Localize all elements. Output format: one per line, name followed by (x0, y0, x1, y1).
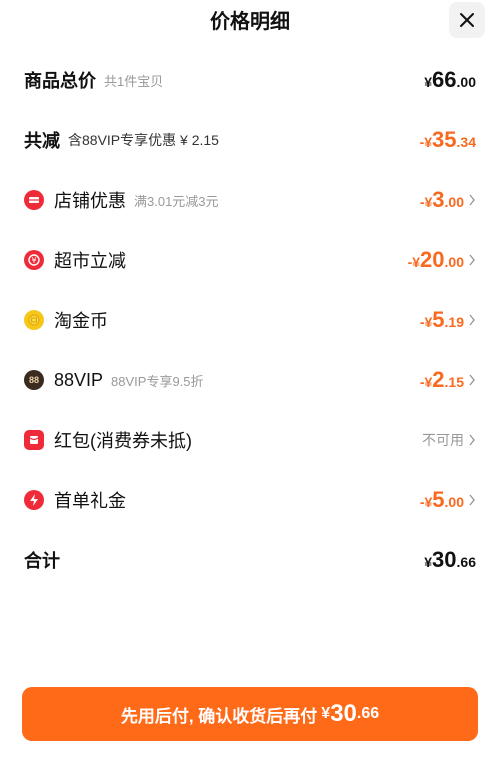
row-sub: 含88VIP专享优惠 ¥ 2.15 (68, 132, 219, 148)
amount: -¥ 3 .00 (420, 187, 464, 213)
amount-int: 20 (420, 247, 445, 272)
amount-int: 30 (432, 547, 457, 572)
amount: -¥ 5 .19 (420, 307, 464, 333)
amount-prefix: -¥ (419, 194, 433, 210)
row-88vip[interactable]: 88 88VIP 88VIP专享9.5折 -¥ 2 .15 (0, 360, 500, 400)
row-red-packet[interactable]: 红包(消费券未抵) 不可用 (0, 420, 500, 460)
amount-prefix: -¥ (407, 254, 421, 270)
row-label: 红包(消费券未抵) (54, 431, 192, 451)
row-tao-coin[interactable]: 淘金币 -¥ 5 .19 (0, 300, 500, 340)
lightning-icon (24, 490, 44, 510)
row-shop-discount[interactable]: 店铺优惠 满3.01元减3元 -¥ 3 .00 (0, 180, 500, 220)
amount-int: 2 (432, 367, 445, 392)
row-market-reduce: ¥ 超市立减 -¥ 20 .00 (0, 240, 500, 280)
amount: -¥ 2 .15 (420, 367, 464, 393)
amount-prefix: ¥ (424, 554, 433, 570)
row-total-goods: 商品总价 共1件宝贝 ¥ 66 .00 (0, 60, 500, 100)
row-label: 超市立减 (54, 251, 126, 271)
store-coupon-icon (24, 190, 44, 210)
pay-button-int: 30 (330, 700, 357, 727)
amount-dec: .19 (444, 314, 464, 330)
amount-prefix: -¥ (419, 314, 433, 330)
amount-dec: .00 (444, 494, 464, 510)
vip-88-icon: 88 (24, 370, 44, 390)
row-label: 合计 (24, 551, 60, 571)
amount-int: 66 (432, 67, 457, 92)
sum-amount: ¥ 30 .66 (424, 547, 476, 573)
amount-dec: .00 (444, 254, 464, 270)
row-sub: 满3.01元减3元 (134, 193, 219, 209)
chevron-right-icon (468, 314, 476, 326)
pay-button-prefix: ¥ (321, 705, 331, 722)
amount-int: 3 (432, 187, 445, 212)
row-label: 商品总价 (24, 71, 96, 91)
vip-88-icon-text: 88 (28, 375, 39, 385)
amount-int: 5 (432, 307, 445, 332)
amount-prefix: -¥ (419, 374, 433, 390)
row-sub: 88VIP专享9.5折 (111, 373, 204, 389)
row-label: 88VIP (54, 369, 104, 390)
row-label: 首单礼金 (54, 491, 126, 511)
svg-text:¥: ¥ (31, 256, 36, 265)
chevron-right-icon (468, 494, 476, 506)
amount-prefix: -¥ (419, 134, 433, 150)
unavailable-status: 不可用 (422, 432, 464, 448)
close-button[interactable] (449, 2, 485, 38)
row-first-gift[interactable]: 首单礼金 -¥ 5 .00 (0, 480, 500, 520)
amount-prefix: ¥ (424, 74, 433, 90)
row-sub: 共1件宝贝 (104, 73, 164, 89)
row-total-reduce: 共减 含88VIP专享优惠 ¥ 2.15 -¥ 35 .34 (0, 120, 500, 160)
chevron-right-icon (468, 194, 476, 206)
amount-dec: .00 (444, 194, 464, 210)
amount-dec: .15 (444, 374, 464, 390)
pay-button-dec: .66 (356, 705, 380, 722)
red-packet-icon (24, 430, 44, 450)
amount-prefix: -¥ (419, 494, 433, 510)
chevron-right-icon (468, 434, 476, 446)
chevron-right-icon (468, 374, 476, 386)
row-label: 店铺优惠 (54, 191, 126, 211)
row-sum: 合计 ¥ 30 .66 (0, 540, 500, 580)
chevron-right-icon (468, 254, 476, 266)
amount: ¥ 66 .00 (424, 67, 476, 93)
coin-icon (24, 310, 44, 330)
amount: -¥ 5 .00 (420, 487, 464, 513)
amount-dec: .66 (456, 554, 476, 570)
page-title: 价格明细 (210, 11, 290, 33)
amount: -¥ 35 .34 (420, 127, 476, 153)
amount-int: 5 (432, 487, 445, 512)
pay-button-label: 先用后付, 确认收货后再付 (120, 706, 318, 726)
header: 价格明细 (0, 0, 500, 40)
supermarket-icon: ¥ (24, 250, 44, 270)
row-label: 共减 (24, 131, 60, 151)
amount-dec: .34 (456, 134, 476, 150)
amount-int: 35 (432, 127, 457, 152)
close-icon (460, 13, 474, 27)
amount-dec: .00 (456, 74, 476, 90)
row-label: 淘金币 (54, 311, 108, 331)
pay-later-button[interactable]: 先用后付, 确认收货后再付 ¥ 30 .66 (22, 687, 478, 741)
amount: -¥ 20 .00 (408, 247, 464, 273)
